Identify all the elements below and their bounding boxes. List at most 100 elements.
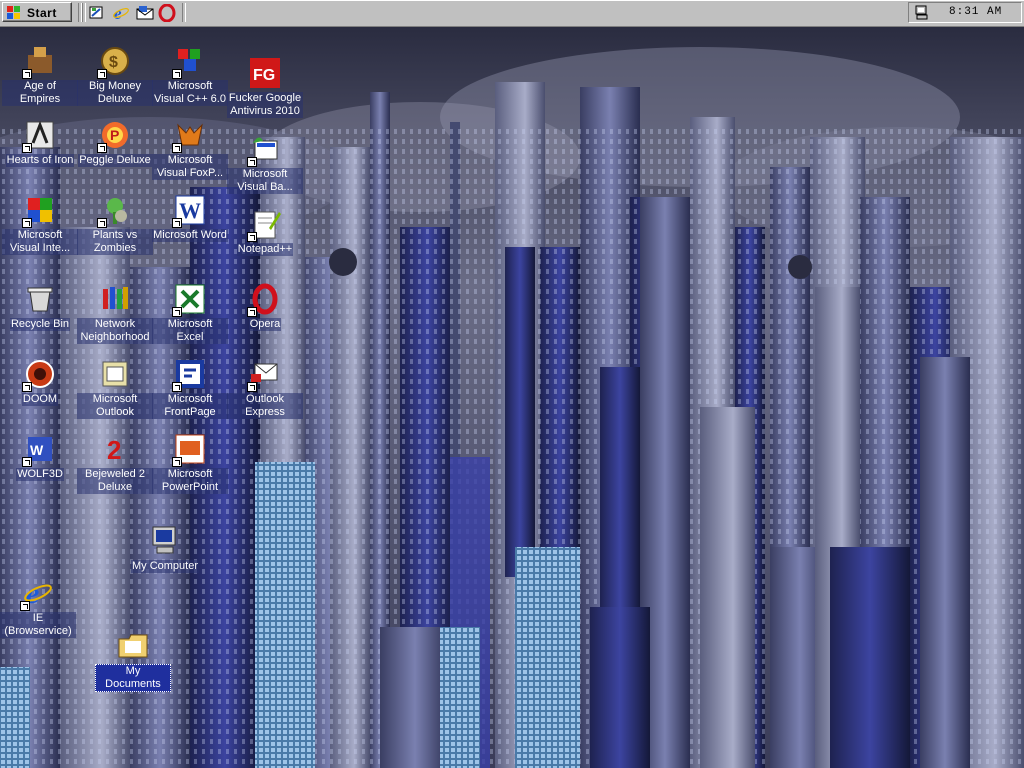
desktop-icon-network[interactable]: Network Neighborhood	[77, 283, 153, 344]
shortcut-arrow-icon	[97, 218, 107, 228]
desktop-icon-label: Opera	[248, 318, 282, 331]
shortcut-arrow-icon	[172, 218, 182, 228]
desktop-icon-peggle[interactable]: P Peggle Deluxe	[77, 119, 153, 167]
desktop-icon-visual-interdev[interactable]: Microsoft Visual Inte...	[2, 194, 78, 255]
opera-icon-wrapper	[247, 283, 281, 317]
fg-antivirus-icon-wrapper: FG	[249, 57, 281, 89]
recycle-bin-icon	[27, 287, 53, 312]
desktop-icon-ie-browservice[interactable]: e IE (Browservice)	[0, 577, 76, 638]
taskbar: Start e 8:31 AM	[0, 0, 1024, 27]
desktop-icon-label: DOOM	[21, 393, 59, 406]
desktop-icon-label: IE (Browservice)	[0, 612, 76, 638]
desktop-icon-label: My Documents	[95, 664, 171, 692]
fg-antivirus-icon: FG	[250, 58, 280, 88]
network-icon	[103, 287, 128, 309]
my-computer-icon	[152, 526, 176, 554]
clock[interactable]: 8:31 AM	[949, 6, 1002, 18]
my-documents-icon	[118, 634, 148, 658]
desktop-icon-outlook[interactable]: Microsoft Outlook	[77, 358, 153, 419]
desktop-icon-label: My Computer	[130, 560, 200, 573]
desktop-icon-doom[interactable]: DOOM	[2, 358, 78, 406]
desktop-icon-fg-antivirus[interactable]: FG Fucker Google Antivirus 2010	[227, 57, 303, 118]
desktop-icon-label: Microsoft Visual Ba...	[227, 168, 303, 194]
desktop-icon-wolf3d[interactable]: W WOLF3D	[2, 433, 78, 481]
desktop-icon-visual-basic[interactable]: Microsoft Visual Ba...	[227, 133, 303, 194]
desktop-icon-label: Microsoft Visual FoxP...	[152, 154, 228, 180]
desktop-icon-label: Recycle Bin	[9, 318, 71, 331]
shortcut-arrow-icon	[22, 143, 32, 153]
desktop-icon-word[interactable]: W Microsoft Word	[152, 194, 228, 242]
recycle-bin-icon-wrapper	[24, 283, 56, 315]
desktop-icon-label: Microsoft Visual Inte...	[2, 229, 78, 255]
shortcut-arrow-icon	[172, 382, 182, 392]
bejeweled-icon: 2	[107, 435, 121, 465]
desktop-icon-powerpoint[interactable]: Microsoft PowerPoint	[152, 433, 228, 494]
frontpage-icon-wrapper	[172, 358, 206, 392]
desktop-icon-opera[interactable]: Opera	[227, 283, 303, 331]
desktop-icon-label: Big Money Deluxe	[77, 80, 153, 106]
taskbar-separator	[82, 3, 86, 22]
desktop-icon-big-money[interactable]: $ Big Money Deluxe	[77, 45, 153, 106]
show-desktop-icon[interactable]	[88, 4, 106, 22]
desktop-icon-plants-vs-zombies[interactable]: Plants vs Zombies	[77, 194, 153, 255]
shortcut-arrow-icon	[247, 307, 257, 317]
visual-cpp-icon-wrapper	[172, 45, 206, 79]
start-label: Start	[27, 6, 57, 20]
system-tray: 8:31 AM	[908, 2, 1022, 23]
windows-flag-icon	[7, 6, 20, 19]
hearts-of-iron-icon-wrapper	[22, 119, 56, 153]
tray-computer-icon[interactable]	[915, 5, 929, 20]
desktop-icon-label: Microsoft Word	[152, 229, 228, 242]
desktop-icon-visual-cpp[interactable]: Microsoft Visual C++ 6.0	[152, 45, 228, 106]
shortcut-arrow-icon	[247, 232, 257, 242]
desktop-icon-label: Microsoft FrontPage	[152, 393, 228, 419]
word-icon-wrapper: W	[172, 194, 206, 228]
shortcut-arrow-icon	[22, 457, 32, 467]
desktop-icon-visual-foxpro[interactable]: Microsoft Visual FoxP...	[152, 119, 228, 180]
desktop-icon-label: Notepad++	[236, 243, 294, 256]
outlook-icon[interactable]	[136, 4, 154, 22]
shortcut-arrow-icon	[22, 69, 32, 79]
doom-icon-wrapper	[22, 358, 56, 392]
desktop-icon-frontpage[interactable]: Microsoft FrontPage	[152, 358, 228, 419]
svg-text:W: W	[30, 442, 44, 458]
desktop-icon-label: Age of Empires	[2, 80, 78, 106]
shortcut-arrow-icon	[172, 307, 182, 317]
svg-text:W: W	[179, 198, 201, 223]
desktop-icon-outlook-express[interactable]: Outlook Express	[227, 358, 303, 419]
outlook-icon	[102, 361, 128, 387]
shortcut-arrow-icon	[97, 69, 107, 79]
wolf3d-icon-wrapper: W	[22, 433, 56, 467]
desktop-icon-recycle-bin[interactable]: Recycle Bin	[2, 283, 78, 331]
network-icon-wrapper	[99, 283, 131, 315]
desktop-icon-label: Outlook Express	[227, 393, 303, 419]
desktop-icon-label: WOLF3D	[16, 468, 64, 481]
svg-text:$: $	[109, 54, 118, 71]
ie-icon[interactable]: e	[112, 4, 130, 22]
desktop-icon-bejeweled[interactable]: 2 Bejeweled 2 Deluxe	[77, 433, 153, 494]
desktop-icon-my-documents[interactable]: My Documents	[95, 629, 171, 692]
desktop-icon-label: Microsoft Visual C++ 6.0	[152, 80, 228, 106]
shortcut-arrow-icon	[22, 382, 32, 392]
desktop-icon-label: Microsoft Excel	[152, 318, 228, 344]
shortcut-arrow-icon	[172, 69, 182, 79]
ie-icon-wrapper: e	[20, 577, 54, 611]
desktop-icon-label: Peggle Deluxe	[78, 154, 152, 167]
opera-icon[interactable]	[158, 4, 176, 22]
visual-foxpro-icon-wrapper	[172, 119, 206, 153]
desktop-icon-label: Network Neighborhood	[77, 318, 153, 344]
shortcut-arrow-icon	[97, 143, 107, 153]
desktop-icon-excel[interactable]: Microsoft Excel	[152, 283, 228, 344]
svg-text:FG: FG	[253, 67, 275, 84]
start-button[interactable]: Start	[2, 2, 72, 22]
desktop-icon-hearts-of-iron[interactable]: Hearts of Iron	[2, 119, 78, 167]
visual-interdev-icon-wrapper	[22, 194, 56, 228]
shortcut-arrow-icon	[20, 601, 30, 611]
shortcut-arrow-icon	[247, 382, 257, 392]
peggle-icon-wrapper: P	[97, 119, 131, 153]
desktop-icon-notepadpp[interactable]: Notepad++	[227, 208, 303, 256]
svg-text:2: 2	[107, 435, 121, 465]
desktop-icon-my-computer[interactable]: My Computer	[127, 525, 203, 573]
desktop-icon-age-of-empires[interactable]: Age of Empires	[2, 45, 78, 106]
outlook-icon-wrapper	[99, 358, 131, 390]
